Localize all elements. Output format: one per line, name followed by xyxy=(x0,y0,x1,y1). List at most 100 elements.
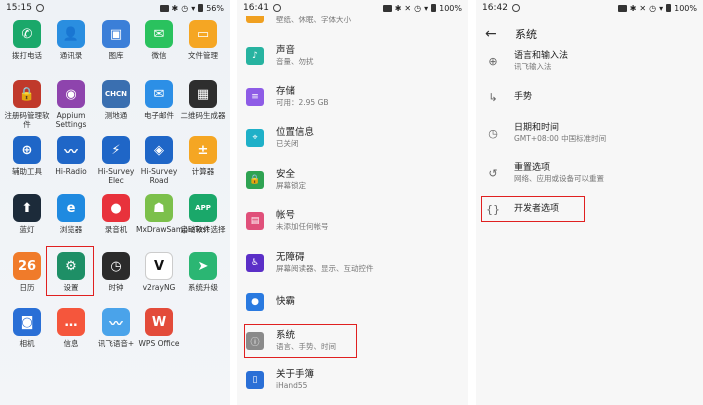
settings-item[interactable]: ⌖ 位置信息 已关闭 xyxy=(237,118,468,158)
settings-item-text: 存储 可用：2.95 GB xyxy=(276,86,329,108)
app-icon-28[interactable]: W WPS Office xyxy=(136,308,182,348)
system-item-text: 手势 xyxy=(514,91,532,103)
system-item-icon: ◷ xyxy=(488,126,498,140)
settings-item-title: 声音 xyxy=(276,45,296,56)
system-item[interactable]: ◷ 日期和时间 GMT+08:00 中国标准时间 xyxy=(476,114,703,152)
app-icon-20[interactable]: 26 日历 xyxy=(4,252,50,292)
status-right: ✱ ✕ ◷ ▾ 100% xyxy=(382,3,462,13)
system-panel: 16:42 ✱ ✕ ◷ ▾ 100% ← 系统 ⊕ 语言和输入法 讯飞输入法 ↳ 手势 ◷… xyxy=(476,0,703,405)
system-item-text: 重置选项 网络、应用或设备可以重置 xyxy=(514,162,604,184)
app-label: Hi-Survey Elec xyxy=(97,167,135,185)
settings-item[interactable]: ♿ 无障碍 屏幕阅读器、显示、互动控件 xyxy=(237,243,468,283)
app-glyph-icon: ▭ xyxy=(189,20,217,48)
wifi-icon: ▾ xyxy=(659,3,664,13)
battery-icon xyxy=(666,4,672,12)
settings-item[interactable]: ♪ 声音 音量、勿扰 xyxy=(237,36,468,76)
app-glyph-icon: ✉ xyxy=(145,20,173,48)
settings-item[interactable]: ▯ 关于手簿 iHand55 xyxy=(237,360,468,400)
settings-item-subtitle: 屏幕锁定 xyxy=(276,181,306,190)
app-icon-0[interactable]: ✆ 拨打电话 xyxy=(4,20,50,60)
app-icon-8[interactable]: ✉ 电子邮件 xyxy=(136,80,182,120)
app-label: 辅助工具 xyxy=(12,167,42,176)
settings-item-title: 位置信息 xyxy=(276,127,315,138)
app-icon-11[interactable]: 〰 Hi-Radio xyxy=(48,136,94,176)
app-icon-5[interactable]: 🔒 注册码管理软件 xyxy=(4,80,50,129)
app-icon-26[interactable]: … 信息 xyxy=(48,308,94,348)
settings-item[interactable]: ▤ 帐号 未添加任何帐号 xyxy=(237,201,468,241)
alarm-icon: ◷ xyxy=(649,3,657,13)
app-glyph-icon: ✆ xyxy=(13,20,41,48)
app-icon-14[interactable]: ± 计算器 xyxy=(180,136,226,176)
system-item[interactable]: ⊕ 语言和输入法 讯飞输入法 xyxy=(476,42,703,80)
alarm-icon: ◷ xyxy=(181,3,189,13)
app-label: 录音机 xyxy=(104,225,128,234)
settings-item-subtitle: 音量、勿扰 xyxy=(276,57,314,66)
status-bar: 15:15 ✱ ◷ ▾ 56% xyxy=(0,0,230,16)
app-label: 注册码管理软件 xyxy=(4,111,50,129)
notification-badge-icon xyxy=(617,4,627,12)
app-icon-9[interactable]: ▦ 二维码生成器 xyxy=(180,80,226,120)
settings-item-title: 存储 xyxy=(276,86,296,97)
home-screen-panel: 15:15 ✱ ◷ ▾ 56% ✆ 拨打电话 👤 通讯录 ▣ 图库 ✉ 微信 ▭ 文件管理 🔒 注册码… xyxy=(0,0,230,405)
settings-item-text: 安全 屏幕锁定 xyxy=(276,169,306,191)
app-glyph-icon: 🔒 xyxy=(13,80,41,108)
settings-item-title: 帐号 xyxy=(276,210,296,221)
settings-item-subtitle: 壁纸、休眠、字体大小 xyxy=(276,15,351,24)
app-icon-24[interactable]: ➤ 系统升级 xyxy=(180,252,226,292)
app-icon-6[interactable]: ◉ Appium Settings xyxy=(48,80,94,129)
app-icon-10[interactable]: ⊕ 辅助工具 xyxy=(4,136,50,176)
app-icon-18[interactable]: ☗ MxDrawSampleTest xyxy=(136,194,209,234)
app-icon-7[interactable]: CHCN 测地通 xyxy=(93,80,139,120)
app-label: 浏览器 xyxy=(59,225,83,234)
app-glyph-icon: W xyxy=(145,308,173,336)
app-label: 图库 xyxy=(108,51,124,60)
settings-item-icon: ≡ xyxy=(246,88,264,106)
app-icon-17[interactable]: ● 录音机 xyxy=(93,194,139,234)
app-icon-1[interactable]: 👤 通讯录 xyxy=(48,20,94,60)
status-bar: 16:42 ✱ ✕ ◷ ▾ 100% xyxy=(476,0,703,16)
app-icon-27[interactable]: 〰讯飞语音+ xyxy=(93,308,139,348)
app-icon-4[interactable]: ▭ 文件管理 xyxy=(180,20,226,60)
app-icon-12[interactable]: ⚡ Hi-Survey Elec xyxy=(93,136,139,185)
settings-item-text: 关于手簿 iHand55 xyxy=(276,369,314,391)
app-glyph-icon: ⬆ xyxy=(13,194,41,222)
system-item-icon: ↳ xyxy=(488,90,498,104)
settings-item-icon: ⌖ xyxy=(246,129,264,147)
app-label: Appium Settings xyxy=(55,111,87,129)
app-icon-13[interactable]: ◈ Hi-Survey Road xyxy=(136,136,182,185)
app-label: 拨打电话 xyxy=(12,51,42,60)
bluetooth-icon: ✱ xyxy=(171,3,179,13)
system-item-title: 日期和时间 xyxy=(514,123,560,133)
back-arrow-icon[interactable]: ← xyxy=(485,26,507,42)
system-item-icon: ↺ xyxy=(488,166,498,180)
app-icon-16[interactable]: e 浏览器 xyxy=(48,194,94,234)
app-glyph-icon: … xyxy=(57,308,85,336)
app-icon-3[interactable]: ✉ 微信 xyxy=(136,20,182,60)
app-icon-2[interactable]: ▣ 图库 xyxy=(93,20,139,60)
settings-item-text: 快霸 xyxy=(276,296,295,308)
settings-item[interactable]: ● 快霸 xyxy=(237,282,468,322)
app-label: 系统升级 xyxy=(188,283,218,292)
settings-item-subtitle: 屏幕阅读器、显示、互动控件 xyxy=(276,264,374,273)
wifi-icon: ▾ xyxy=(191,3,196,13)
system-item[interactable]: ↺ 重置选项 网络、应用或设备可以重置 xyxy=(476,154,703,192)
app-glyph-icon: 〰 xyxy=(57,136,85,164)
status-time: 16:41 xyxy=(243,3,269,13)
app-icon-22[interactable]: ◷ 时钟 xyxy=(93,252,139,292)
mute-icon: ✕ xyxy=(404,3,412,13)
app-icon-23[interactable]: Vv2rayNG xyxy=(136,252,182,292)
settings-item-text: 帐号 未添加任何帐号 xyxy=(276,210,329,232)
app-icon-25[interactable]: ◙ 相机 xyxy=(4,308,50,348)
battery-percent: 100% xyxy=(439,3,462,13)
app-label: 微信 xyxy=(151,51,167,60)
system-item-text: 语言和输入法 讯飞输入法 xyxy=(514,50,568,72)
settings-item[interactable]: ≡ 存储 可用：2.95 GB xyxy=(237,77,468,117)
app-glyph-icon: ◷ xyxy=(102,252,130,280)
settings-item-subtitle: iHand55 xyxy=(276,381,308,390)
app-icon-15[interactable]: ⬆ 蓝灯 xyxy=(4,194,50,234)
system-item[interactable]: ↳ 手势 xyxy=(476,78,703,116)
app-label: 日历 xyxy=(19,283,35,292)
app-icon-19[interactable]: APP 启动软件选择 xyxy=(180,194,226,234)
settings-item[interactable]: 🔒 安全 屏幕锁定 xyxy=(237,160,468,200)
system-item-text: 日期和时间 GMT+08:00 中国标准时间 xyxy=(514,122,606,144)
